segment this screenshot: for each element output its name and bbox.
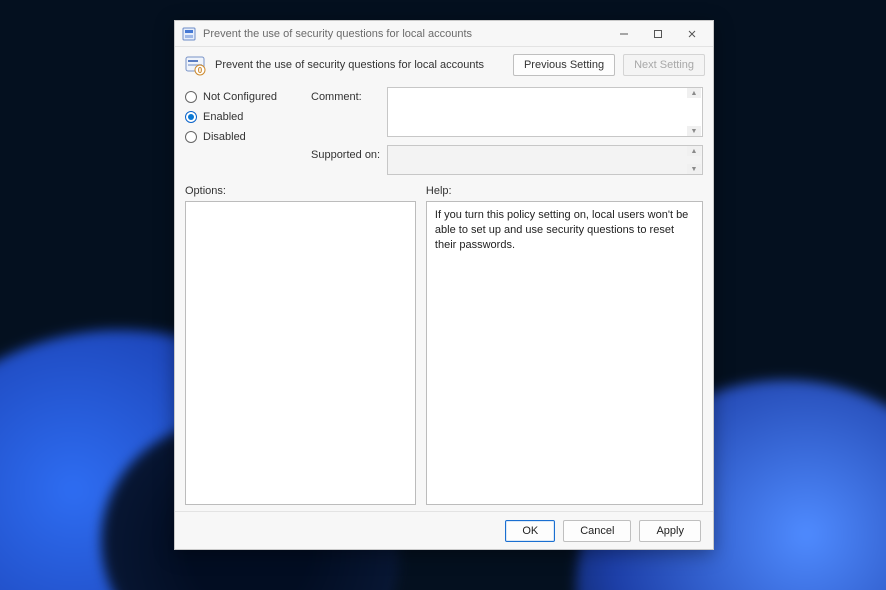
radio-not-configured-input[interactable] — [185, 91, 197, 103]
comment-label: Comment: — [311, 87, 381, 137]
help-text: If you turn this policy setting on, loca… — [435, 209, 688, 251]
next-setting-button: Next Setting — [623, 54, 705, 76]
radio-enabled-input[interactable] — [185, 111, 197, 123]
svg-text:0: 0 — [198, 66, 203, 75]
scroll-up-icon[interactable]: ▲ — [687, 88, 701, 98]
minimize-button[interactable] — [607, 21, 641, 47]
options-area — [185, 201, 416, 505]
policy-header: 0 Prevent the use of security questions … — [175, 47, 713, 81]
previous-setting-button[interactable]: Previous Setting — [513, 54, 615, 76]
window-title: Prevent the use of security questions fo… — [203, 28, 607, 40]
radio-not-configured-label: Not Configured — [203, 91, 277, 103]
supported-label: Supported on: — [311, 145, 381, 175]
supported-field: ▲ ▼ — [387, 145, 703, 175]
cancel-button[interactable]: Cancel — [563, 520, 631, 542]
scroll-down-icon[interactable]: ▼ — [687, 164, 701, 174]
supported-scroll[interactable]: ▲ ▼ — [687, 146, 701, 174]
radio-disabled-input[interactable] — [185, 131, 197, 143]
titlebar: Prevent the use of security questions fo… — [175, 21, 713, 47]
radio-disabled[interactable]: Disabled — [185, 131, 305, 143]
radio-enabled-label: Enabled — [203, 111, 243, 123]
radio-disabled-label: Disabled — [203, 131, 246, 143]
radio-not-configured[interactable]: Not Configured — [185, 91, 305, 103]
radio-enabled[interactable]: Enabled — [185, 111, 305, 123]
policy-name: Prevent the use of security questions fo… — [215, 59, 505, 71]
app-icon — [181, 26, 197, 42]
state-radio-group: Not Configured Enabled Disabled — [185, 87, 305, 175]
config-section: Not Configured Enabled Disabled Comment:… — [175, 81, 713, 183]
apply-button[interactable]: Apply — [639, 520, 701, 542]
lower-section: Options: Help: If you turn this policy s… — [175, 183, 713, 511]
comment-field[interactable]: ▲ ▼ — [387, 87, 703, 137]
scroll-up-icon[interactable]: ▲ — [687, 146, 701, 156]
options-label: Options: — [185, 183, 416, 201]
help-area: If you turn this policy setting on, loca… — [426, 201, 703, 505]
comment-scroll[interactable]: ▲ ▼ — [687, 88, 701, 136]
maximize-button[interactable] — [641, 21, 675, 47]
ok-button[interactable]: OK — [505, 520, 555, 542]
close-button[interactable] — [675, 21, 709, 47]
dialog-footer: OK Cancel Apply — [175, 511, 713, 549]
scroll-down-icon[interactable]: ▼ — [687, 126, 701, 136]
policy-icon: 0 — [183, 53, 207, 77]
policy-editor-window: Prevent the use of security questions fo… — [174, 20, 714, 550]
help-label: Help: — [426, 183, 703, 201]
